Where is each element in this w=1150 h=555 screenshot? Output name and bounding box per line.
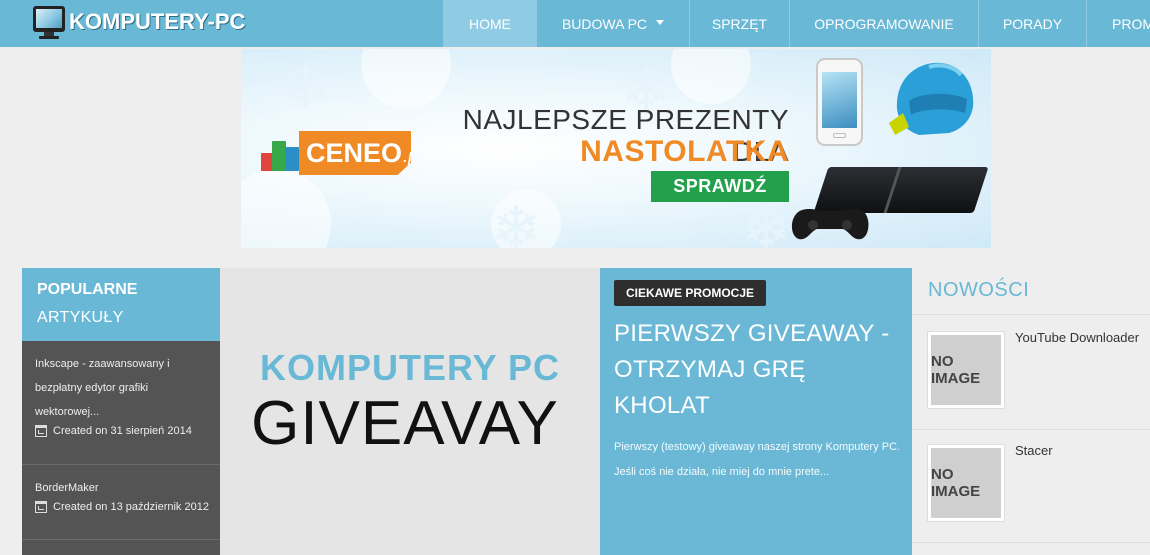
ceneo-brand: CENEO bbox=[306, 137, 403, 168]
divider bbox=[912, 542, 1150, 543]
nav-item-budowa-pc[interactable]: BUDOWA PC bbox=[536, 0, 689, 47]
nav-item-label: HOME bbox=[469, 15, 511, 32]
article-date-text: Created on 13 październik 2012 bbox=[53, 501, 209, 513]
popular-articles-panel: POPULARNE ARTYKUŁY Inkscape - zaawansowa… bbox=[22, 268, 220, 555]
news-thumbnail[interactable]: NO IMAGE bbox=[927, 331, 1005, 409]
nav-item-label: SPRZĘT bbox=[711, 15, 768, 32]
no-image-placeholder: NO IMAGE bbox=[931, 448, 1001, 518]
nav-item-label: PORADY bbox=[1002, 15, 1063, 32]
ceneo-suffix: .pl bbox=[403, 145, 423, 166]
nav-item-label: BUDOWA PC bbox=[561, 15, 648, 32]
nav-item-home[interactable]: HOME bbox=[443, 0, 536, 47]
giveaway-image-title: KOMPUTERY PC bbox=[259, 347, 561, 388]
article-date: Created on 31 sierpień 2014 bbox=[35, 425, 210, 437]
site-logo-text: KOMPUTERY-PC bbox=[69, 9, 246, 34]
article-title[interactable]: Inkscape - zaawansowany i bezpłatny edyt… bbox=[35, 352, 210, 424]
giveaway-image-word: GIVEAVAY bbox=[251, 389, 559, 458]
list-item[interactable]: NO IMAGE YouTube Downloader bbox=[912, 316, 1150, 429]
category-badge[interactable]: CIEKAWE PROMOCJE bbox=[614, 280, 767, 306]
site-logo[interactable]: KOMPUTERY-PC bbox=[33, 3, 245, 41]
nav-item-oprogramowanie[interactable]: OPROGRAMOWANIE bbox=[789, 0, 978, 47]
nav-item-porady[interactable]: PORADY bbox=[978, 0, 1086, 47]
news-title: NOWOŚCI bbox=[928, 279, 1030, 301]
article-date-text: Created on 31 sierpień 2014 bbox=[53, 425, 192, 437]
popular-articles-header: POPULARNE ARTYKUŁY bbox=[22, 268, 220, 341]
article-title[interactable]: BorderMaker bbox=[35, 476, 210, 500]
list-item[interactable]: BorderMaker Created on 13 październik 20… bbox=[22, 465, 220, 540]
smartphone-image bbox=[816, 58, 863, 146]
nav-item-sprzet[interactable]: SPRZĘT bbox=[689, 0, 789, 47]
featured-article-excerpt: Pierwszy (testowy) giveaway naszej stron… bbox=[614, 441, 901, 478]
nav-item-label: OPROGRAMOWANIE bbox=[814, 15, 954, 32]
ad-banner[interactable]: ❄ ❄ ❄ ❄ CENEO .pl NAJLEPSZE PREZENTY DLA… bbox=[241, 49, 991, 248]
chevron-down-icon bbox=[656, 19, 665, 25]
list-item[interactable]: Inkscape - zaawansowany i bezpłatny edyt… bbox=[22, 341, 220, 465]
featured-article-title[interactable]: PIERWSZY GIVEAWAY - OTRZYMAJ GRĘ KHOLAT bbox=[614, 316, 904, 424]
banner-headline-accent: NASTOLATKA bbox=[580, 135, 789, 168]
calendar-icon bbox=[35, 425, 47, 437]
popular-subtitle: ARTYKUŁY bbox=[37, 309, 124, 326]
news-item-title[interactable]: Stacer bbox=[1015, 443, 1053, 458]
featured-article: CIEKAWE PROMOCJE PIERWSZY GIVEAWAY - OTR… bbox=[600, 268, 912, 555]
monitor-icon bbox=[33, 5, 67, 39]
nav-item-label: PROM bbox=[1112, 15, 1150, 32]
divider bbox=[912, 314, 1150, 315]
giveaway-image[interactable]: KOMPUTERY PC GIVEAVAY bbox=[220, 268, 600, 555]
main-menu: HOME BUDOWA PC SPRZĘT OPROGRAMOWANIE POR… bbox=[443, 0, 1150, 47]
news-item-title[interactable]: YouTube Downloader bbox=[1015, 330, 1139, 345]
gamepad-image bbox=[791, 209, 869, 240]
news-panel: NOWOŚCI NO IMAGE YouTube Downloader NO I… bbox=[912, 268, 1150, 555]
popular-title: POPULARNE bbox=[37, 281, 138, 298]
gift-icon bbox=[261, 135, 301, 171]
news-thumbnail[interactable]: NO IMAGE bbox=[927, 444, 1005, 522]
top-navigation-bar: KOMPUTERY-PC HOME BUDOWA PC SPRZĘT OPROG… bbox=[0, 0, 1150, 47]
calendar-icon bbox=[35, 501, 47, 513]
nav-item-promocje[interactable]: PROM bbox=[1086, 0, 1150, 47]
sprawdz-button[interactable]: SPRAWDŹ bbox=[651, 171, 789, 202]
ski-helmet-image bbox=[889, 62, 974, 135]
list-item[interactable]: NO IMAGE Stacer bbox=[912, 429, 1150, 542]
no-image-placeholder: NO IMAGE bbox=[931, 335, 1001, 405]
article-date: Created on 13 październik 2012 bbox=[35, 501, 210, 513]
